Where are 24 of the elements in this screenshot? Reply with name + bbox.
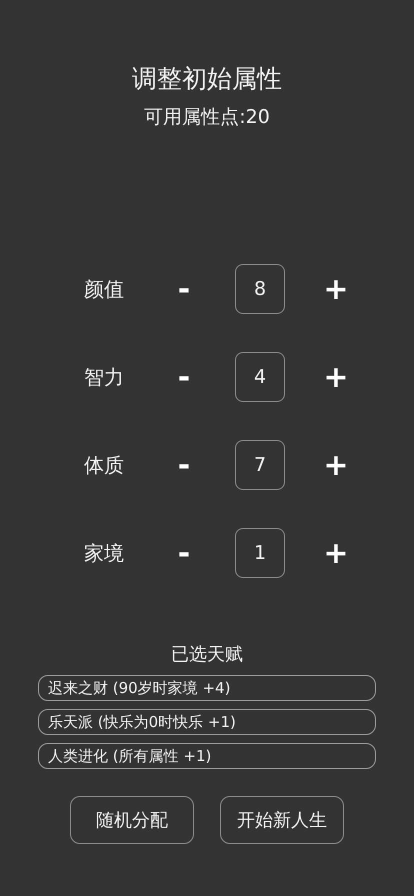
decrease-button[interactable]: - bbox=[158, 352, 210, 402]
attribute-label: 体质 bbox=[84, 452, 125, 478]
attribute-label: 智力 bbox=[84, 364, 125, 390]
start-button[interactable]: 开始新人生 bbox=[220, 796, 344, 844]
attribute-value: 7 bbox=[235, 440, 285, 490]
increase-button[interactable]: + bbox=[310, 440, 362, 490]
decrease-button[interactable]: - bbox=[158, 528, 210, 578]
attribute-value: 8 bbox=[235, 264, 285, 314]
increase-button[interactable]: + bbox=[310, 352, 362, 402]
page-title: 调整初始属性 bbox=[132, 63, 282, 95]
talent-item: 乐天派 (快乐为0时快乐 +1) bbox=[38, 709, 376, 735]
available-points: 可用属性点:20 bbox=[144, 105, 270, 130]
attribute-label: 家境 bbox=[84, 540, 125, 566]
attribute-value: 4 bbox=[235, 352, 285, 402]
talent-item: 迟来之财 (90岁时家境 +4) bbox=[38, 675, 376, 701]
decrease-button[interactable]: - bbox=[158, 440, 210, 490]
random-allocate-button[interactable]: 随机分配 bbox=[70, 796, 194, 844]
attribute-value: 1 bbox=[235, 528, 285, 578]
talents-heading: 已选天赋 bbox=[171, 643, 243, 667]
attribute-label: 颜值 bbox=[84, 276, 125, 302]
increase-button[interactable]: + bbox=[310, 528, 362, 578]
increase-button[interactable]: + bbox=[310, 264, 362, 314]
talent-item: 人类进化 (所有属性 +1) bbox=[38, 743, 376, 769]
decrease-button[interactable]: - bbox=[158, 264, 210, 314]
